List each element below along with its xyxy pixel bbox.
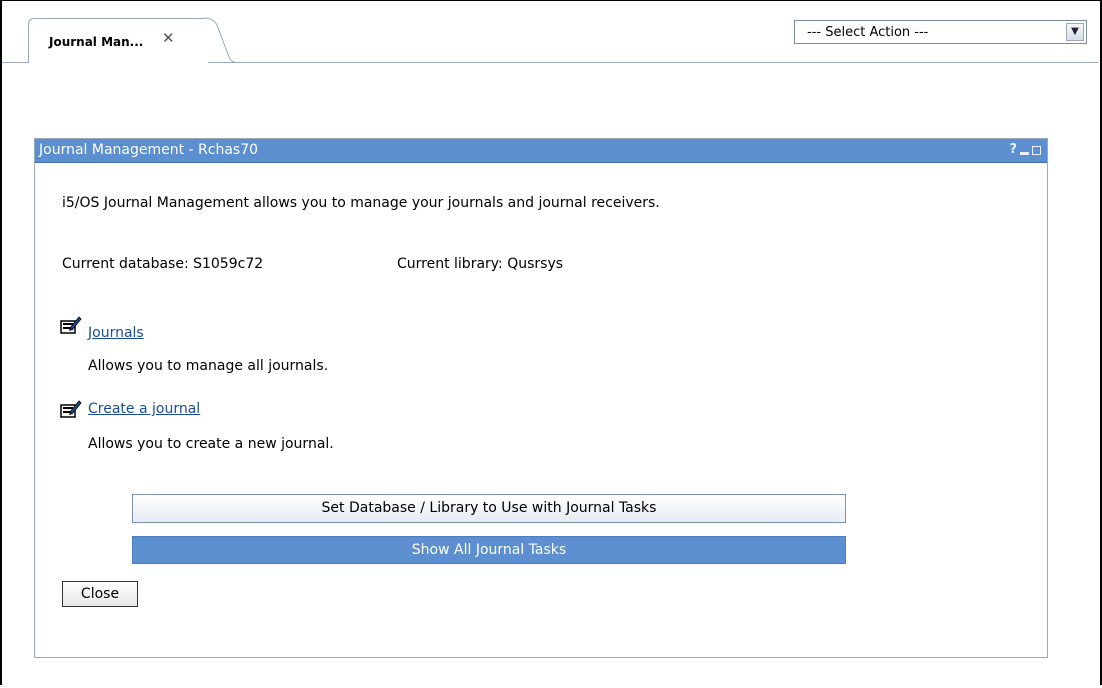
show-all-journal-tasks-button[interactable]: Show All Journal Tasks: [132, 536, 846, 564]
create-journal-link[interactable]: Create a journal: [88, 401, 200, 417]
set-database-library-button[interactable]: Set Database / Library to Use with Journ…: [132, 494, 846, 523]
journals-description: Allows you to manage all journals.: [88, 358, 329, 374]
maximize-icon[interactable]: [1032, 146, 1041, 155]
journals-link[interactable]: Journals: [88, 325, 144, 341]
select-action-dropdown[interactable]: --- Select Action --- ▼: [794, 20, 1087, 44]
minimize-icon[interactable]: [1020, 152, 1029, 155]
portlet-title: Journal Management - Rchas70: [39, 142, 259, 158]
current-library: Current library: Qusrsys: [397, 256, 564, 272]
close-button[interactable]: Close: [62, 581, 138, 607]
task-edit-icon[interactable]: [60, 399, 82, 419]
portlet-description: i5/OS Journal Management allows you to m…: [62, 195, 660, 211]
journal-management-portlet: Journal Management - Rchas70 ? i5/OS Jou…: [34, 138, 1048, 658]
help-icon[interactable]: ?: [1009, 142, 1017, 157]
tab-label: Journal Man...: [49, 35, 144, 49]
current-database: Current database: S1059c72: [62, 256, 264, 272]
close-x-icon[interactable]: ✕: [162, 29, 175, 47]
portlet-title-icons: ?: [1009, 142, 1041, 157]
portlet-titlebar: Journal Management - Rchas70 ?: [35, 139, 1047, 163]
chevron-down-icon[interactable]: ▼: [1066, 23, 1084, 41]
task-edit-icon[interactable]: [60, 315, 82, 335]
tab-edge: [205, 17, 235, 63]
select-action-value: --- Select Action ---: [807, 25, 929, 40]
create-journal-description: Allows you to create a new journal.: [88, 436, 334, 452]
tab-journal-management[interactable]: Journal Man... ✕: [28, 18, 208, 63]
